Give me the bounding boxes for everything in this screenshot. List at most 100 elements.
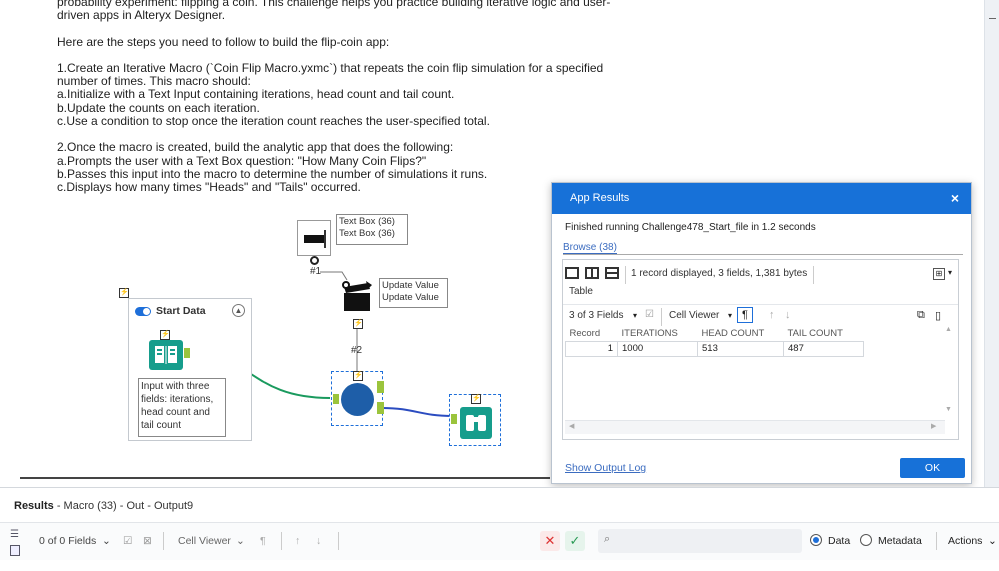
- results-fields-selector[interactable]: 0 of 0 Fields: [39, 535, 96, 547]
- fields-toolbar: 3 of 3 Fields ▾ ☑ Cell Viewer ▾ ¶ ↑ ↓ ⧉ …: [563, 304, 958, 326]
- connection-macro-to-browse: [381, 407, 453, 417]
- column-header[interactable]: HEAD COUNT: [697, 326, 784, 341]
- table-tab[interactable]: Table: [569, 286, 593, 297]
- macro-output-anchor-bottom[interactable]: [377, 402, 384, 414]
- layout-options-icon[interactable]: ⊞: [933, 268, 945, 280]
- macro-tool[interactable]: ⚡: [331, 371, 384, 426]
- table-cell[interactable]: 1: [565, 340, 618, 357]
- chevron-down-icon[interactable]: ▾: [728, 311, 732, 320]
- scroll-up-icon[interactable]: ▲: [945, 326, 952, 333]
- results-grid-panel: 1 record displayed, 3 fields, 1,381 byte…: [562, 259, 959, 440]
- document-icon[interactable]: ▯: [935, 309, 941, 322]
- grid-toolbar: 1 record displayed, 3 fields, 1,381 byte…: [563, 263, 958, 285]
- list-icon[interactable]: ☰: [10, 529, 19, 540]
- separator: [338, 532, 339, 550]
- horizontal-scrollbar[interactable]: ◀ ▶: [565, 420, 945, 434]
- records-info: 1 record displayed, 3 fields, 1,381 byte…: [631, 268, 808, 279]
- separator: [661, 308, 662, 326]
- action-tool[interactable]: [340, 281, 374, 313]
- macro-output-anchor-top[interactable]: [377, 381, 384, 393]
- update-value-annotation: Update Value Update Value: [379, 278, 448, 308]
- browse-tab-label[interactable]: Browse (38): [563, 242, 617, 254]
- table-header-row: Record ITERATIONS HEAD COUNT TAIL COUNT: [565, 326, 864, 341]
- table-cell[interactable]: 1000: [617, 340, 698, 357]
- scroll-right-icon[interactable]: ▶: [931, 422, 936, 430]
- dialog-title-bar: App Results ×: [552, 183, 971, 214]
- results-title-bold: Results: [14, 500, 54, 512]
- table-row[interactable]: 1 1000 513 487: [565, 340, 864, 357]
- copy-icon[interactable]: ⧉: [917, 309, 925, 322]
- actions-menu[interactable]: Actions: [948, 535, 982, 547]
- separator: [163, 532, 164, 550]
- split-vertical-icon[interactable]: [585, 267, 599, 279]
- lightning-icon: ⚡: [353, 371, 363, 381]
- close-icon[interactable]: ×: [951, 183, 959, 214]
- textbox-id: #1: [310, 266, 322, 277]
- data-radio-label[interactable]: Data: [828, 535, 850, 547]
- browse-tool[interactable]: ⚡: [449, 394, 501, 446]
- connection-textbox-to-update: [320, 271, 348, 281]
- single-view-icon[interactable]: [565, 267, 579, 279]
- book-icon: [149, 340, 183, 370]
- ok-button[interactable]: OK: [900, 458, 965, 478]
- browse-tab[interactable]: Browse (38): [563, 242, 963, 255]
- vertical-scrollbar[interactable]: ▲ ▼: [945, 326, 955, 416]
- minimize-icon[interactable]: [989, 18, 996, 19]
- confirm-search-icon[interactable]: ✓: [565, 531, 585, 551]
- textbox-tool[interactable]: [297, 220, 331, 256]
- results-table: Record ITERATIONS HEAD COUNT TAIL COUNT …: [565, 326, 864, 357]
- data-radio[interactable]: [810, 534, 822, 546]
- text-input-tool[interactable]: [149, 339, 183, 370]
- arrow-down-icon[interactable]: ↓: [785, 309, 791, 321]
- cell-viewer[interactable]: Cell Viewer: [669, 310, 719, 321]
- table-cell[interactable]: 513: [697, 340, 784, 357]
- text-cursor-icon: [324, 230, 326, 248]
- pilcrow-icon[interactable]: ¶: [260, 535, 266, 547]
- text-input-output-anchor[interactable]: [184, 348, 190, 358]
- edit-fields-icon[interactable]: ☑: [123, 535, 132, 547]
- column-header[interactable]: ITERATIONS: [617, 326, 698, 341]
- fields-selector[interactable]: 3 of 3 Fields: [569, 310, 623, 321]
- chevron-down-icon[interactable]: ⌄: [102, 535, 111, 547]
- chevron-down-icon[interactable]: ⌄: [236, 535, 245, 547]
- clear-fields-icon[interactable]: ⊠: [143, 535, 152, 547]
- scroll-left-icon[interactable]: ◀: [569, 422, 574, 430]
- results-cell-viewer[interactable]: Cell Viewer: [178, 535, 231, 547]
- arrow-up-icon[interactable]: ↑: [769, 309, 775, 321]
- run-message: Finished running Challenge478_Start_file…: [565, 222, 816, 233]
- grid-icon[interactable]: [10, 545, 20, 556]
- update-label-2: Update Value: [382, 292, 439, 303]
- pilcrow-icon[interactable]: ¶: [737, 307, 753, 323]
- close-search-icon[interactable]: ✕: [540, 531, 560, 551]
- separator: [936, 532, 937, 550]
- separator: [813, 266, 814, 284]
- metadata-radio[interactable]: [860, 534, 872, 546]
- dialog-title: App Results: [570, 192, 630, 204]
- column-header[interactable]: TAIL COUNT: [783, 326, 864, 341]
- split-horizontal-icon[interactable]: [605, 267, 619, 279]
- arrow-up-icon[interactable]: ↑: [295, 535, 300, 547]
- chevron-down-icon[interactable]: ▾: [948, 268, 952, 277]
- container-title: Start Data: [156, 305, 206, 317]
- arrow-down-icon[interactable]: ↓: [316, 535, 321, 547]
- table-cell[interactable]: 487: [783, 340, 864, 357]
- results-search-input[interactable]: ⌕: [598, 529, 802, 553]
- browse-input-anchor[interactable]: [451, 414, 457, 424]
- edit-fields-icon[interactable]: ☑: [645, 309, 654, 320]
- separator: [625, 266, 626, 284]
- chevron-down-icon[interactable]: ⌄: [988, 535, 997, 547]
- macro-input-anchor[interactable]: [333, 394, 339, 404]
- lightning-icon: ⚡: [471, 394, 481, 404]
- results-title-source: - Macro (33) - Out - Output9: [56, 500, 194, 512]
- textbox-label-2: Text Box (36): [339, 228, 395, 239]
- input-annotation: Input with three fields: iterations, hea…: [138, 378, 226, 437]
- container-toggle[interactable]: [135, 306, 151, 316]
- show-output-log-link[interactable]: Show Output Log: [565, 462, 646, 474]
- right-panel-strip[interactable]: [984, 0, 999, 487]
- metadata-radio-label[interactable]: Metadata: [878, 535, 922, 547]
- search-icon: ⌕: [604, 533, 611, 545]
- scroll-down-icon[interactable]: ▼: [945, 406, 952, 413]
- column-header[interactable]: Record: [565, 326, 618, 341]
- chevron-down-icon[interactable]: ▾: [633, 311, 637, 320]
- collapse-icon[interactable]: ▲: [232, 304, 245, 317]
